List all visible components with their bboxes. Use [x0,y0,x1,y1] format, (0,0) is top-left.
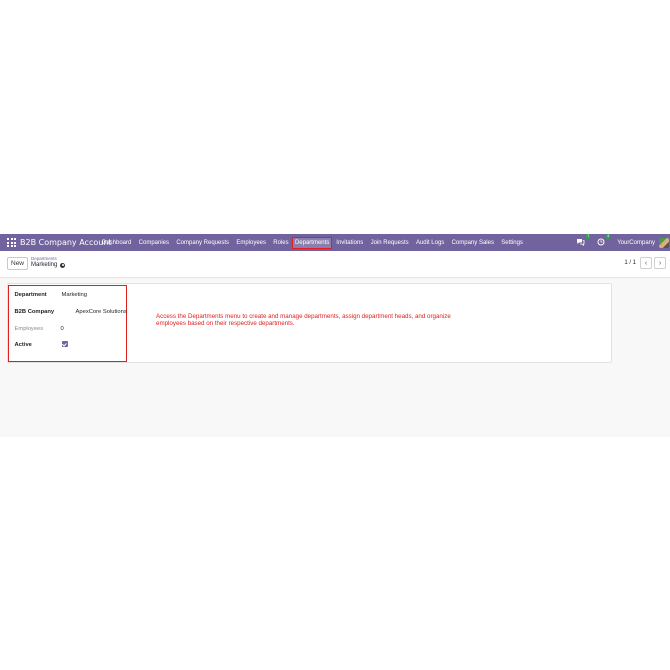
breadcrumb: Departments Marketing [31,256,66,269]
pager: 1 / 1 ‹ › [624,257,666,269]
main-menu: Dashboard Companies Company Requests Emp… [102,234,530,251]
chat-badge: 7 [586,234,591,239]
pager-next-button[interactable]: › [654,257,666,269]
menu-dashboard[interactable]: Dashboard [102,240,131,246]
pager-previous-button[interactable]: ‹ [640,257,652,269]
breadcrumb-current: Marketing [31,261,66,269]
highlighted-fields: Department Marketing B2B Company ApexCor… [7,285,127,362]
active-label: Active [14,342,32,348]
avatar[interactable] [659,237,669,248]
department-label: Department [14,292,47,298]
chat-icon[interactable]: 7 [576,234,591,248]
menu-departments[interactable]: Departments [291,236,333,249]
control-panel: New Departments Marketing 1 / 1 ‹ › [0,251,670,278]
menu-audit-logs[interactable]: Audit Logs [416,240,444,246]
app-brand[interactable]: B2B Company Account [20,236,112,249]
company-label: B2B Company [14,309,55,315]
company-switcher[interactable]: YourCompany [617,240,655,246]
menu-company-requests[interactable]: Company Requests [176,240,229,246]
annotation-text: Access the Departments menu to create an… [156,313,451,328]
company-input[interactable]: ApexCore Solutions [76,309,127,315]
clock-icon[interactable]: 4 [597,234,611,248]
menu-companies[interactable]: Companies [139,240,169,246]
active-checkbox[interactable] [61,341,68,347]
new-button[interactable]: New [7,257,29,270]
employees-value: 0 [60,326,64,332]
form-sheet: Department Marketing B2B Company ApexCor… [7,283,612,363]
menu-settings[interactable]: Settings [501,240,523,246]
employees-label: Employees [14,326,44,332]
menu-employees[interactable]: Employees [236,240,266,246]
department-input[interactable]: Marketing [62,292,87,298]
activity-badge: 4 [606,234,611,239]
menu-join-requests[interactable]: Join Requests [371,240,409,246]
menu-invitations[interactable]: Invitations [336,240,363,246]
pager-count[interactable]: 1 / 1 [624,260,636,266]
systray: 7 4 YourCompany [576,234,670,251]
menu-company-sales[interactable]: Company Sales [452,240,494,246]
menu-roles[interactable]: Roles [273,240,288,246]
top-navbar: B2B Company Account Dashboard Companies … [0,234,670,251]
breadcrumb-current-label: Marketing [31,262,58,268]
apps-menu-icon[interactable] [7,238,16,247]
gear-icon[interactable] [60,262,66,268]
app-window: B2B Company Account Dashboard Companies … [0,234,670,437]
